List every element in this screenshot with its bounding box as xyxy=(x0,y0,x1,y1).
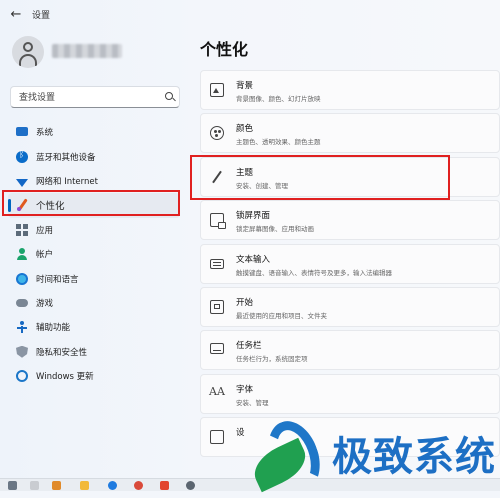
page-title: 个性化 xyxy=(200,40,249,59)
watermark-logo-icon xyxy=(247,413,329,498)
update-icon xyxy=(16,370,28,383)
watermark-text: 极致系统 xyxy=(332,434,496,480)
card-subtitle: 任务栏行为，系统固定项 xyxy=(236,355,308,364)
folder-icon[interactable] xyxy=(80,481,89,490)
sidebar-item-label: Windows 更新 xyxy=(36,372,94,383)
card-subtitle: 背景图像、颜色、幻灯片放映 xyxy=(236,95,321,103)
sidebar-item-privacy[interactable]: 隐私和安全性 xyxy=(8,340,180,364)
card-subtitle: 最近使用的应用和项目、文件夹 xyxy=(236,311,327,320)
card-colors[interactable]: 颜色主题色、透明效果、颜色主题 xyxy=(200,113,500,154)
image-icon xyxy=(210,83,224,97)
search-input[interactable] xyxy=(17,90,161,106)
watermark: 极致系统 xyxy=(247,413,498,498)
window-title: 设置 xyxy=(32,11,51,21)
sidebar-item-windows-update[interactable]: Windows 更新 xyxy=(8,364,180,388)
card-title: 文本输入 xyxy=(236,254,271,265)
sidebar-item-system[interactable]: 系统 xyxy=(8,120,180,144)
device-usage-icon xyxy=(210,430,224,445)
sidebar-item-label: 网络和 Internet xyxy=(36,176,98,187)
search-icon[interactable] xyxy=(165,92,173,100)
taskbar-icon xyxy=(210,343,224,355)
card-title: 锁屏界面 xyxy=(236,211,271,222)
sidebar-item-time-language[interactable]: 时间和语言 xyxy=(8,266,180,290)
sidebar-item-label: 游戏 xyxy=(36,298,54,309)
card-title: 主题 xyxy=(236,167,254,178)
taskbar-app-icon[interactable] xyxy=(30,481,39,490)
account-icon xyxy=(16,248,28,261)
card-subtitle: 触摸键盘、语音输入、表情符号及更多，输入法编辑器 xyxy=(236,268,392,277)
back-arrow-icon[interactable]: ← xyxy=(8,7,24,23)
card-subtitle: 安装、创建、管理 xyxy=(236,181,288,190)
sidebar-item-accessibility[interactable]: 辅助功能 xyxy=(8,315,180,339)
card-title: 任务栏 xyxy=(236,341,262,352)
card-title: 颜色 xyxy=(236,124,254,135)
font-icon xyxy=(209,385,225,401)
taskbar-app-icon[interactable] xyxy=(160,481,169,490)
sidebar-item-label: 帐户 xyxy=(36,250,54,261)
avatar[interactable] xyxy=(12,36,44,68)
card-themes[interactable]: 主题安装、创建、管理 xyxy=(200,156,500,197)
sidebar-item-label: 蓝牙和其他设备 xyxy=(36,152,96,163)
globe-clock-icon xyxy=(16,272,28,285)
settings-cards: 背景背景图像、颜色、幻灯片放映 颜色主题色、透明效果、颜色主题 主题安装、创建、… xyxy=(200,70,500,461)
sidebar-item-apps[interactable]: 应用 xyxy=(8,218,180,242)
card-subtitle: 锁定屏幕图像、应用和动画 xyxy=(236,225,314,234)
search-box[interactable] xyxy=(10,86,180,108)
card-subtitle: 安装、管理 xyxy=(236,398,269,407)
paintbrush-icon xyxy=(16,199,28,212)
card-taskbar[interactable]: 任务栏任务栏行为，系统固定项 xyxy=(200,330,500,371)
sidebar-item-label: 应用 xyxy=(36,225,54,236)
sidebar-item-label: 时间和语言 xyxy=(36,274,79,285)
sidebar-item-label: 个性化 xyxy=(36,201,65,213)
settings-window: ← 设置 系统 蓝牙和其他设备 网络和 Internet 个性化 应用 帐户 时… xyxy=(0,0,500,478)
taskbar-app-icon[interactable] xyxy=(52,481,61,490)
title-bar: ← 设置 xyxy=(0,0,500,30)
sidebar-item-bluetooth[interactable]: 蓝牙和其他设备 xyxy=(8,144,180,168)
keyboard-icon xyxy=(210,258,224,269)
sidebar-item-personalization[interactable]: 个性化 xyxy=(8,193,180,218)
gamepad-icon xyxy=(16,298,28,307)
bluetooth-icon xyxy=(16,150,28,163)
palette-icon xyxy=(210,126,224,141)
card-title: 设 xyxy=(236,428,245,439)
apps-icon xyxy=(16,223,28,236)
chrome-icon[interactable] xyxy=(134,481,143,490)
lock-screen-icon xyxy=(210,213,226,230)
sidebar-item-network[interactable]: 网络和 Internet xyxy=(8,169,180,193)
card-title: 开始 xyxy=(236,297,254,308)
card-title: 字体 xyxy=(236,384,254,395)
brush-icon xyxy=(210,170,224,184)
accessibility-icon xyxy=(16,321,28,334)
card-text-input[interactable]: 文本输入触摸键盘、语音输入、表情符号及更多，输入法编辑器 xyxy=(200,243,500,284)
browser-icon[interactable] xyxy=(108,481,117,490)
user-name-blurred xyxy=(52,44,122,58)
monitor-icon xyxy=(16,126,28,136)
card-fonts[interactable]: 字体安装、管理 xyxy=(200,373,500,414)
sidebar-item-label: 隐私和安全性 xyxy=(36,347,88,358)
sidebar-item-gaming[interactable]: 游戏 xyxy=(8,291,180,315)
taskbar-app-icon[interactable] xyxy=(8,481,17,490)
card-background[interactable]: 背景背景图像、颜色、幻灯片放映 xyxy=(200,70,500,110)
settings-gear-icon[interactable] xyxy=(186,481,195,490)
card-start[interactable]: 开始最近使用的应用和项目、文件夹 xyxy=(200,286,500,327)
sidebar-nav: 系统 蓝牙和其他设备 网络和 Internet 个性化 应用 帐户 时间和语言 … xyxy=(8,120,180,388)
wifi-icon xyxy=(16,172,28,189)
card-lock-screen[interactable]: 锁屏界面锁定屏幕图像、应用和动画 xyxy=(200,200,500,241)
card-title: 背景 xyxy=(236,81,254,91)
sidebar-item-label: 辅助功能 xyxy=(36,323,71,334)
shield-icon xyxy=(16,345,28,358)
sidebar-item-label: 系统 xyxy=(36,128,54,139)
card-subtitle: 主题色、透明效果、颜色主题 xyxy=(236,138,321,147)
start-icon xyxy=(210,299,224,314)
sidebar-item-accounts[interactable]: 帐户 xyxy=(8,242,180,266)
